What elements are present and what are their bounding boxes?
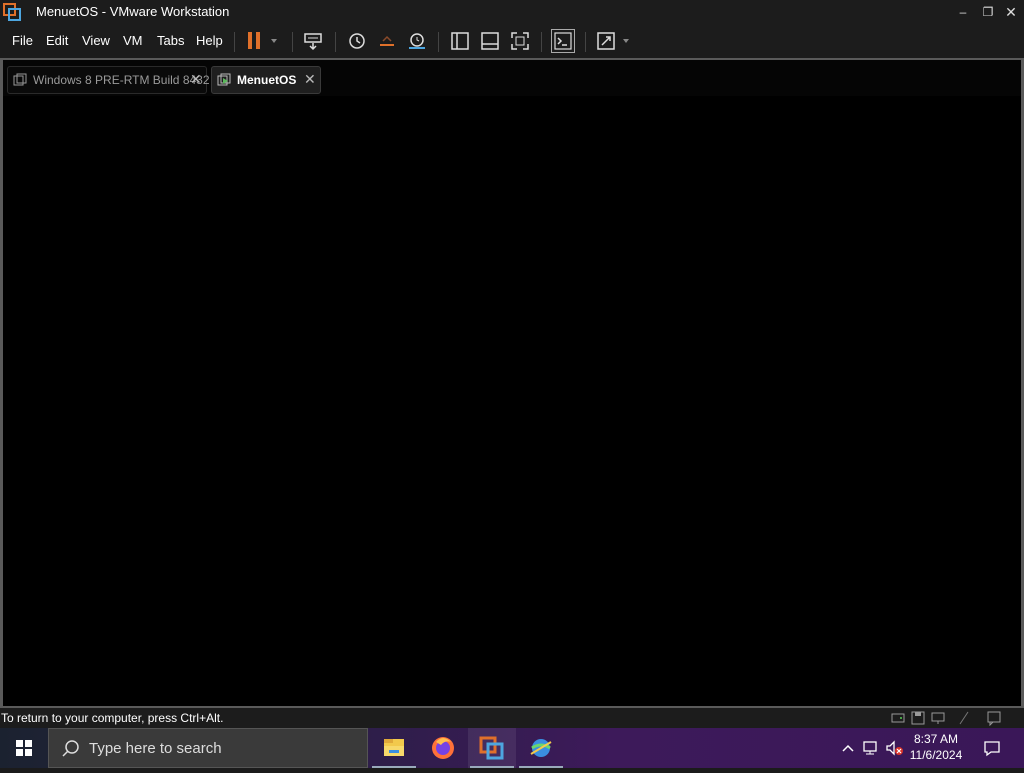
taskbar-file-explorer[interactable]	[370, 728, 418, 768]
hard-disk-icon[interactable]	[890, 710, 907, 726]
library-icon	[451, 32, 469, 50]
toolbar-separator	[438, 32, 439, 52]
vmware-icon	[479, 736, 504, 760]
stretch-icon	[597, 32, 629, 50]
taskbar-vmware[interactable]	[468, 728, 516, 768]
pause-button[interactable]	[243, 29, 279, 53]
toolbar-separator	[292, 32, 293, 52]
tab-strip: Windows 8 PRE-RTM Build 8432 ✕ MenuetOS …	[3, 60, 1021, 96]
revert-snapshot-button[interactable]	[375, 29, 399, 53]
send-ctrl-alt-del-icon	[304, 33, 322, 51]
network-globe-icon	[530, 739, 552, 757]
vm-running-icon	[217, 73, 231, 86]
thumbnail-icon	[481, 32, 499, 50]
close-tab-icon[interactable]: ✕	[190, 71, 202, 88]
network-icon[interactable]	[861, 738, 881, 758]
search-placeholder: Type here to search	[89, 740, 222, 757]
floppy-icon[interactable]	[910, 710, 927, 726]
menu-view[interactable]: View	[82, 33, 110, 48]
file-explorer-icon	[384, 739, 404, 756]
taskbar-network-app[interactable]	[517, 728, 565, 768]
minimize-button[interactable]: –	[950, 0, 976, 24]
snapshot-button[interactable]	[345, 29, 369, 53]
pause-icon	[248, 32, 277, 49]
network-adapter-icon[interactable]	[930, 710, 947, 726]
tab-windows8[interactable]: Windows 8 PRE-RTM Build 8432 ✕	[7, 66, 210, 94]
device-divider-icon	[956, 710, 973, 726]
toolbar-separator	[234, 32, 235, 52]
menu-vm[interactable]: VM	[123, 33, 143, 48]
toolbar-separator	[335, 32, 336, 52]
clock-time: 8:37 AM	[913, 732, 959, 746]
firefox-icon	[432, 737, 454, 759]
search-box[interactable]: Type here to search	[48, 728, 368, 768]
thumbnail-bar-button[interactable]	[478, 29, 502, 53]
clock-date: 11/6/2024	[909, 748, 963, 762]
taskbar: Type here to search 8:37 AM 11/6/2024	[0, 728, 1024, 768]
revert-snapshot-icon	[380, 35, 394, 46]
tab-label: Windows 8 PRE-RTM Build 8432	[33, 73, 210, 87]
snapshot-manager-icon	[409, 33, 425, 49]
menu-tabs[interactable]: Tabs	[157, 33, 184, 48]
start-button[interactable]	[0, 728, 48, 768]
show-hidden-icons-chevron-icon[interactable]	[838, 738, 858, 758]
title-bar: MenuetOS - VMware Workstation – ❐ ✕	[0, 0, 1024, 24]
full-screen-button[interactable]	[508, 29, 532, 53]
volume-muted-icon[interactable]	[884, 738, 904, 758]
console-view-button[interactable]	[551, 29, 575, 53]
clock[interactable]: 8:37 AM 11/6/2024	[906, 731, 966, 763]
snapshot-icon	[349, 33, 365, 49]
menu-file[interactable]: File	[12, 33, 33, 48]
status-message: To return to your computer, press Ctrl+A…	[1, 711, 224, 725]
show-library-button[interactable]	[448, 29, 472, 53]
snapshot-manager-button[interactable]	[405, 29, 429, 53]
menu-edit[interactable]: Edit	[46, 33, 68, 48]
stretch-guest-button[interactable]	[595, 29, 635, 53]
vm-tab-icon	[13, 73, 27, 86]
tab-label: MenuetOS	[237, 73, 297, 87]
menu-help[interactable]: Help	[196, 33, 223, 48]
message-log-icon[interactable]	[986, 710, 1003, 727]
vmware-logo-icon	[3, 3, 21, 21]
vm-frame: Windows 8 PRE-RTM Build 8432 ✕ MenuetOS …	[0, 58, 1024, 708]
tab-menuetos[interactable]: MenuetOS ✕	[211, 66, 321, 94]
taskbar-firefox[interactable]	[419, 728, 467, 768]
send-ctrl-alt-del-button[interactable]	[302, 29, 326, 53]
windows-start-icon	[16, 740, 32, 756]
window-title: MenuetOS - VMware Workstation	[36, 4, 230, 19]
console-icon	[554, 32, 572, 50]
toolbar: File Edit View VM Tabs Help	[0, 24, 1024, 58]
notification-center-icon[interactable]	[982, 738, 1002, 758]
close-tab-icon[interactable]: ✕	[304, 71, 316, 88]
close-button[interactable]: ✕	[998, 0, 1024, 24]
status-bar: To return to your computer, press Ctrl+A…	[0, 708, 1024, 728]
toolbar-separator	[585, 32, 586, 52]
fullscreen-icon	[511, 32, 529, 50]
toolbar-separator	[541, 32, 542, 52]
search-icon	[62, 740, 79, 757]
vm-screen[interactable]	[3, 96, 1021, 706]
